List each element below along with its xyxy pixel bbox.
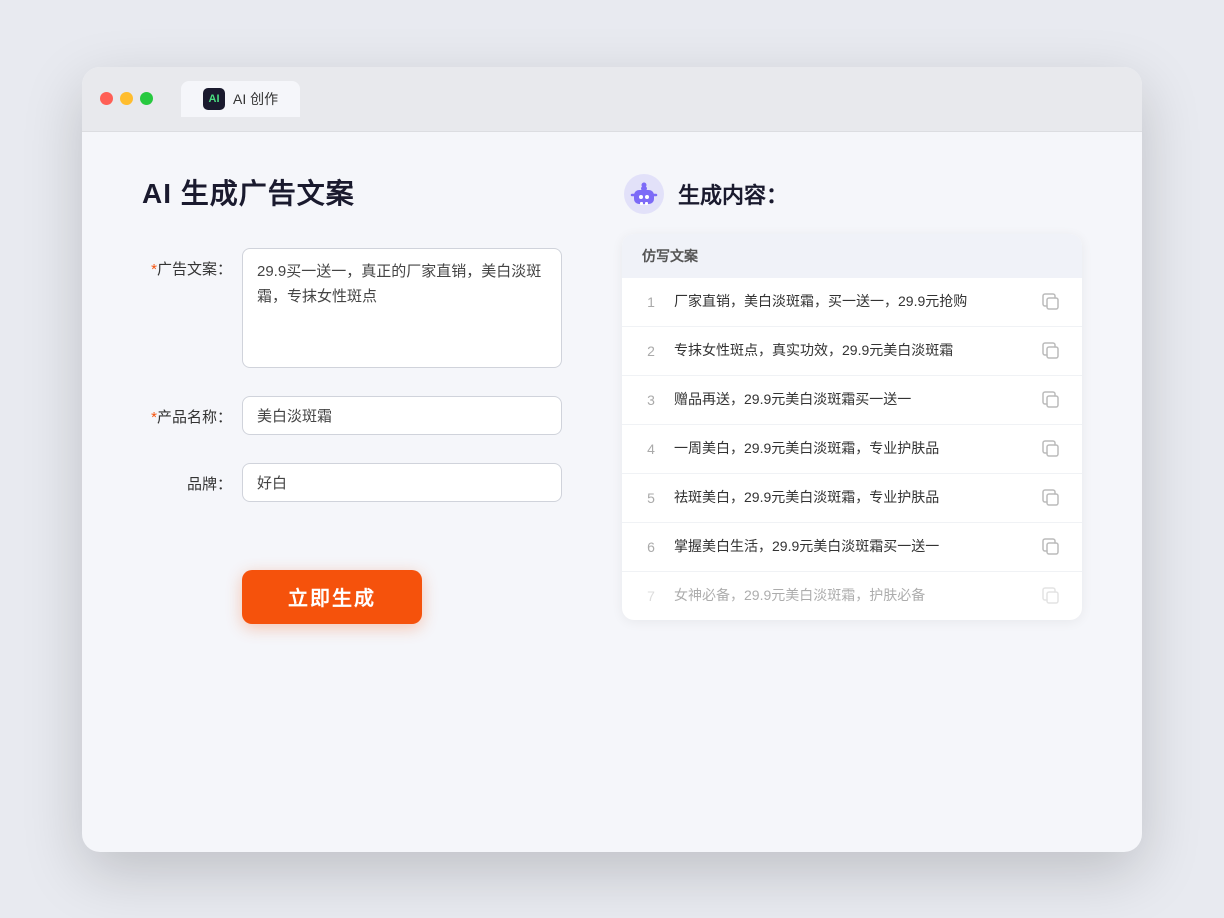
page-title: AI 生成广告文案: [142, 172, 562, 212]
result-row: 5 祛斑美白，29.9元美白淡斑霜，专业护肤品: [622, 474, 1082, 523]
row-number: 4: [642, 441, 660, 457]
copy-icon[interactable]: [1040, 438, 1062, 460]
result-table: 仿写文案 1 厂家直销，美白淡斑霜，买一送一，29.9元抢购 2 专抹女性斑点，真实功…: [622, 234, 1082, 620]
copy-icon[interactable]: [1040, 536, 1062, 558]
row-number: 1: [642, 294, 660, 310]
row-text: 女神必备，29.9元美白淡斑霜，护肤必备: [674, 585, 1026, 606]
tab-ai-creation[interactable]: AI AI 创作: [181, 81, 300, 117]
row-text: 掌握美白生活，29.9元美白淡斑霜买一送一: [674, 536, 1026, 557]
result-row: 4 一周美白，29.9元美白淡斑霜，专业护肤品: [622, 425, 1082, 474]
traffic-lights: [100, 92, 153, 105]
brand-input[interactable]: [242, 463, 562, 502]
row-number: 3: [642, 392, 660, 408]
result-title: 生成内容：: [678, 178, 788, 210]
maximize-button[interactable]: [140, 92, 153, 105]
robot-icon: [622, 172, 666, 216]
ad-copy-label: *广告文案：: [142, 248, 232, 279]
brand-label: 品牌：: [142, 463, 232, 494]
product-name-group: *产品名称：: [142, 396, 562, 435]
row-text: 厂家直销，美白淡斑霜，买一送一，29.9元抢购: [674, 291, 1026, 312]
result-row: 2 专抹女性斑点，真实功效，29.9元美白淡斑霜: [622, 327, 1082, 376]
result-table-header: 仿写文案: [622, 234, 1082, 278]
result-row: 6 掌握美白生活，29.9元美白淡斑霜买一送一: [622, 523, 1082, 572]
row-text: 专抹女性斑点，真实功效，29.9元美白淡斑霜: [674, 340, 1026, 361]
tab-label: AI 创作: [233, 89, 278, 109]
results-container: 1 厂家直销，美白淡斑霜，买一送一，29.9元抢购 2 专抹女性斑点，真实功效，29.…: [622, 278, 1082, 620]
copy-icon[interactable]: [1040, 585, 1062, 607]
copy-icon[interactable]: [1040, 340, 1062, 362]
brand-group: 品牌：: [142, 463, 562, 502]
result-row: 7 女神必备，29.9元美白淡斑霜，护肤必备: [622, 572, 1082, 620]
tab-icon: AI: [203, 88, 225, 110]
result-row: 3 赠品再送，29.9元美白淡斑霜买一送一: [622, 376, 1082, 425]
copy-icon[interactable]: [1040, 389, 1062, 411]
row-text: 赠品再送，29.9元美白淡斑霜买一送一: [674, 389, 1026, 410]
result-row: 1 厂家直销，美白淡斑霜，买一送一，29.9元抢购: [622, 278, 1082, 327]
browser-window: AI AI 创作 AI 生成广告文案 *广告文案： *产品名称：: [82, 67, 1142, 852]
row-number: 2: [642, 343, 660, 359]
row-text: 祛斑美白，29.9元美白淡斑霜，专业护肤品: [674, 487, 1026, 508]
right-panel: 生成内容： 仿写文案 1 厂家直销，美白淡斑霜，买一送一，29.9元抢购 2 专抹女性…: [622, 172, 1082, 802]
row-number: 6: [642, 539, 660, 555]
product-name-input[interactable]: [242, 396, 562, 435]
ad-copy-input[interactable]: [242, 248, 562, 368]
browser-content: AI 生成广告文案 *广告文案： *产品名称： 品牌： 立: [82, 132, 1142, 852]
ad-copy-group: *广告文案：: [142, 248, 562, 368]
row-text: 一周美白，29.9元美白淡斑霜，专业护肤品: [674, 438, 1026, 459]
row-number: 7: [642, 588, 660, 604]
copy-icon[interactable]: [1040, 487, 1062, 509]
minimize-button[interactable]: [120, 92, 133, 105]
copy-icon[interactable]: [1040, 291, 1062, 313]
tab-area: AI AI 创作: [181, 81, 300, 117]
generate-button[interactable]: 立即生成: [242, 570, 422, 624]
row-number: 5: [642, 490, 660, 506]
close-button[interactable]: [100, 92, 113, 105]
result-header: 生成内容：: [622, 172, 1082, 216]
product-name-label: *产品名称：: [142, 396, 232, 427]
left-panel: AI 生成广告文案 *广告文案： *产品名称： 品牌： 立: [142, 172, 562, 802]
titlebar: AI AI 创作: [82, 67, 1142, 132]
